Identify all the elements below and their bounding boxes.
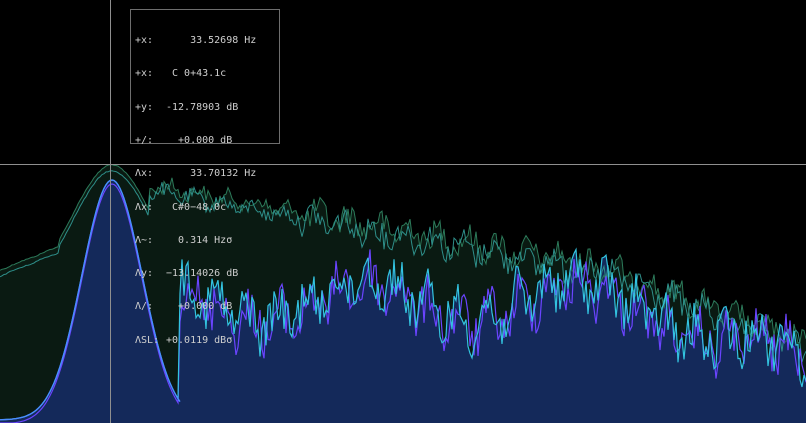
readout-label: Λx: <box>135 168 154 180</box>
readout-row: +x: 33.52698 Hz <box>135 35 275 46</box>
readout-value: +0.000 dB <box>166 135 233 147</box>
crosshair-vertical <box>110 0 111 423</box>
readout-label: +x: <box>135 68 154 80</box>
readout-row: +/: +0.000 dB <box>135 135 275 146</box>
readout-value: +0.0119 dBσ <box>166 334 233 346</box>
readout-value: C#0−48.0c <box>166 201 227 213</box>
readout-row: Λ~: 0.314 Hzσ <box>135 235 275 246</box>
readout-row: +y: -12.78903 dB <box>135 102 275 113</box>
readout-label: +y: <box>135 101 154 113</box>
readout-value: 33.70132 Hz <box>166 168 257 180</box>
readout-value: C 0+43.1c <box>166 68 227 80</box>
readout-row: Λx: C#0−48.0c <box>135 202 275 213</box>
cursor-readout-panel: +x: 33.52698 Hz +x: C 0+43.1c +y: -12.789… <box>130 9 280 346</box>
spectrum-plot[interactable] <box>0 0 806 423</box>
spectrum-analyzer-view[interactable]: +x: 33.52698 Hz +x: C 0+43.1c +y: -12.789… <box>0 0 806 423</box>
readout-value: +0.000 dB <box>166 301 233 313</box>
readout-label: Λ~: <box>135 234 154 246</box>
crosshair-horizontal <box>0 164 806 165</box>
readout-row: Λx: 33.70132 Hz <box>135 168 275 179</box>
readout-value: 0.314 Hzσ <box>166 234 233 246</box>
readout-row: Λ/: +0.000 dB <box>135 301 275 312</box>
readout-label: +x: <box>135 35 154 47</box>
readout-value: 33.52698 Hz <box>166 35 257 47</box>
readout-value: -12.78903 dB <box>166 101 239 113</box>
readout-label: ΛSL: <box>135 334 160 346</box>
readout-row: +x: C 0+43.1c <box>135 68 275 79</box>
readout-row: Λy: −13.14026 dB <box>135 268 275 279</box>
readout-label: Λy: <box>135 268 154 280</box>
readout-value: −13.14026 dB <box>166 268 239 280</box>
readout-label: Λ/: <box>135 301 154 313</box>
readout-label: Λx: <box>135 201 154 213</box>
readout-row: ΛSL: +0.0119 dBσ <box>135 335 275 346</box>
readout-label: +/: <box>135 135 154 147</box>
